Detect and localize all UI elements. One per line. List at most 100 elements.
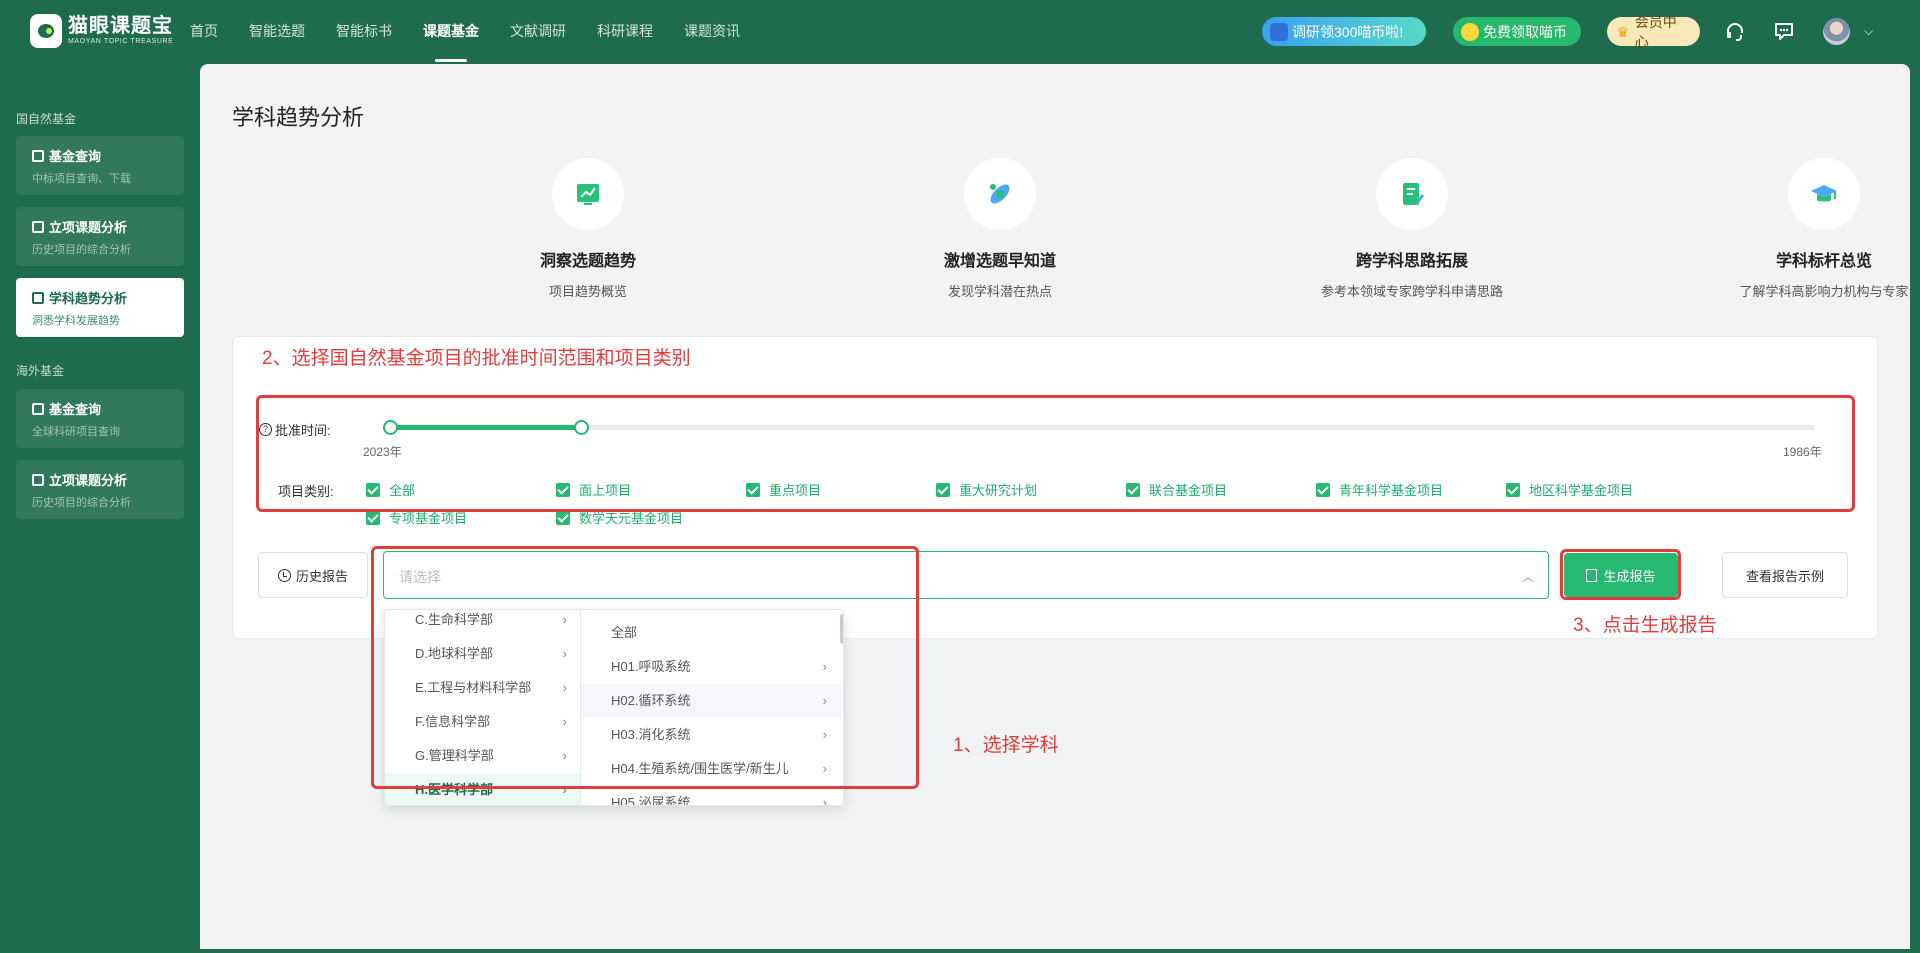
message-icon[interactable] xyxy=(1773,20,1795,42)
nav-smart-topic[interactable]: 智能选题 xyxy=(249,0,305,62)
chevron-right-icon: › xyxy=(562,680,567,695)
main-nav: 首页 智能选题 智能标书 课题基金 文献调研 科研课程 课题资讯 xyxy=(190,0,771,62)
sidebar-item-project-analysis[interactable]: 立项课题分析 历史项目的综合分析 xyxy=(16,207,184,266)
approval-year-slider[interactable] xyxy=(383,420,1815,435)
cascader-option[interactable]: H01.呼吸系统 › xyxy=(581,650,841,684)
vip-center-button[interactable]: ♛ 会员中心 xyxy=(1607,14,1700,50)
sidebar-item-fund-search[interactable]: 基金查询 中标项目查询、下载 xyxy=(16,136,184,195)
cascader-department-column: C.生命科学部 › D.地球科学部 › E.工程与材料科学部 › F.信息科学部 › G… xyxy=(385,610,581,805)
generate-report-button[interactable]: 生成报告 xyxy=(1564,553,1678,597)
chevron-right-icon: › xyxy=(822,727,827,742)
checkbox-major-research[interactable]: 重大研究计划 xyxy=(936,480,1037,499)
cascader-option[interactable]: F.信息科学部 › xyxy=(385,705,580,739)
chevron-right-icon: › xyxy=(822,659,827,674)
feature-benchmark: 学科标杆总览 了解学科高影响力机构与专家 xyxy=(1674,158,1920,300)
discipline-select[interactable]: 请选择 ︿ xyxy=(383,551,1549,599)
sidebar-item-overseas-search[interactable]: 基金查询 全球科研项目查询 xyxy=(16,389,184,448)
generate-report-label: 生成报告 xyxy=(1603,568,1656,584)
headset-icon[interactable] xyxy=(1724,20,1746,42)
sidebar-item-sub: 全球科研项目查询 xyxy=(32,426,120,438)
survey-promo-label: 调研领300喵币啦! xyxy=(1292,23,1404,40)
history-report-button[interactable]: 历史报告 xyxy=(258,552,368,598)
select-placeholder: 请选择 xyxy=(399,569,441,585)
annotation-step-3: 3、点击生成报告 xyxy=(1573,615,1717,636)
edit-document-icon xyxy=(1376,158,1448,230)
checkbox-label: 联合基金项目 xyxy=(1149,483,1228,498)
nav-smart-proposal[interactable]: 智能标书 xyxy=(336,0,392,62)
project-type-label: 项目类别: xyxy=(278,484,334,499)
logo[interactable]: 猫眼课题宝 MAOYAN TOPIC TREASURE xyxy=(30,14,173,48)
annotation-step-1: 1、选择学科 xyxy=(953,735,1059,756)
checkbox-all[interactable]: 全部 xyxy=(366,480,415,499)
nav-literature[interactable]: 文献调研 xyxy=(510,0,566,62)
cascader-option-hovered[interactable]: H02.循环系统 › xyxy=(581,684,841,718)
feature-title: 跨学科思路拓展 xyxy=(1355,253,1468,270)
checkbox-joint-fund[interactable]: 联合基金项目 xyxy=(1126,480,1227,499)
cascader-option[interactable]: G.管理科学部 › xyxy=(385,739,580,773)
user-avatar[interactable] xyxy=(1823,18,1850,45)
chart-icon xyxy=(32,220,44,233)
feature-cross-discipline: 跨学科思路拓展 参考本领域专家跨学科申请思路 xyxy=(1262,158,1562,300)
chevron-right-icon: › xyxy=(562,782,567,797)
view-example-button[interactable]: 查看报告示例 xyxy=(1722,552,1848,598)
cascader-option-selected[interactable]: H.医学科学部 › xyxy=(385,773,580,805)
cascader-option[interactable]: E.工程与材料科学部 › xyxy=(385,671,580,705)
checkbox-regional[interactable]: 地区科学基金项目 xyxy=(1506,480,1633,499)
question-icon: ? xyxy=(259,423,272,436)
checkbox-checked-icon xyxy=(746,482,760,497)
page-title: 学科趋势分析 xyxy=(232,105,365,130)
cascader-option[interactable]: H05.泌尿系统 › xyxy=(581,786,841,806)
cascader-option[interactable]: C.生命科学部 › xyxy=(385,610,580,637)
checkbox-special[interactable]: 专项基金项目 xyxy=(366,508,467,527)
cascader-option[interactable]: H04.生殖系统/围生医学/新生儿 › xyxy=(581,752,841,786)
sidebar-item-sub: 历史项目的综合分析 xyxy=(32,244,131,256)
cascader-option-label: F.信息科学部 xyxy=(415,714,491,729)
approval-time-text: 批准时间: xyxy=(275,423,331,438)
nav-news[interactable]: 课题资讯 xyxy=(684,0,740,62)
sidebar-item-overseas-analysis[interactable]: 立项课题分析 历史项目的综合分析 xyxy=(16,460,184,519)
trend-icon xyxy=(32,291,44,304)
checkbox-youth[interactable]: 青年科学基金项目 xyxy=(1316,480,1443,499)
logo-subtitle: MAOYAN TOPIC TREASURE xyxy=(68,38,174,45)
checkbox-checked-icon xyxy=(556,510,570,525)
checkbox-general[interactable]: 面上项目 xyxy=(556,480,631,499)
sidebar-item-sub: 历史项目的综合分析 xyxy=(32,497,131,509)
checkbox-label: 重点项目 xyxy=(769,483,822,498)
checkbox-key[interactable]: 重点项目 xyxy=(746,480,821,499)
checkbox-checked-icon xyxy=(366,482,380,497)
checkbox-label: 地区科学基金项目 xyxy=(1529,483,1634,498)
top-header: 猫眼课题宝 MAOYAN TOPIC TREASURE 首页 智能选题 智能标书… xyxy=(0,0,1920,62)
coin-icon xyxy=(1461,22,1479,41)
nav-courses[interactable]: 科研课程 xyxy=(597,0,653,62)
cascader-option[interactable]: 全部 xyxy=(581,616,841,650)
approval-time-label: ? 批准时间: xyxy=(259,420,331,439)
checkbox-checked-icon xyxy=(556,482,570,497)
sidebar-item-trend-analysis[interactable]: 学科趋势分析 洞悉学科发展趋势 xyxy=(16,278,184,337)
logo-title: 猫眼课题宝 xyxy=(68,15,173,37)
cascader-option-label: 全部 xyxy=(611,625,638,640)
feature-sub: 参考本领域专家跨学科申请思路 xyxy=(1320,284,1503,299)
chart-icon xyxy=(32,473,44,486)
crown-icon: ♛ xyxy=(1616,23,1630,40)
free-coins-button[interactable]: 免费领取喵币 xyxy=(1453,17,1581,46)
slider-end-handle[interactable] xyxy=(574,420,589,435)
cascader-option[interactable]: H03.消化系统 › xyxy=(581,718,841,752)
cascader-scrollbar[interactable] xyxy=(840,614,843,644)
chevron-down-icon[interactable]: ⌵ xyxy=(1864,24,1873,39)
chevron-right-icon: › xyxy=(822,795,827,806)
nav-funding[interactable]: 课题基金 xyxy=(423,0,479,62)
gift-icon xyxy=(1270,22,1288,41)
sidebar-item-title: 立项课题分析 xyxy=(49,220,128,235)
cat-logo-icon xyxy=(30,14,62,48)
nav-home[interactable]: 首页 xyxy=(190,0,218,62)
chevron-right-icon: › xyxy=(562,714,567,729)
survey-promo-button[interactable]: 调研领300喵币啦! xyxy=(1262,17,1426,46)
cascader-option[interactable]: D.地球科学部 › xyxy=(385,637,580,671)
sidebar-item-sub: 中标项目查询、下载 xyxy=(32,173,131,185)
feature-hotspot: 激增选题早知道 发现学科潜在热点 xyxy=(850,158,1150,300)
slider-start-handle[interactable] xyxy=(383,420,398,435)
cascader-option-label: H01.呼吸系统 xyxy=(611,659,691,674)
checkbox-label: 数学天元基金项目 xyxy=(579,511,684,526)
discipline-cascader-dropdown: C.生命科学部 › D.地球科学部 › E.工程与材料科学部 › F.信息科学部 › G… xyxy=(384,609,844,806)
checkbox-math-tianyuan[interactable]: 数学天元基金项目 xyxy=(556,508,683,527)
